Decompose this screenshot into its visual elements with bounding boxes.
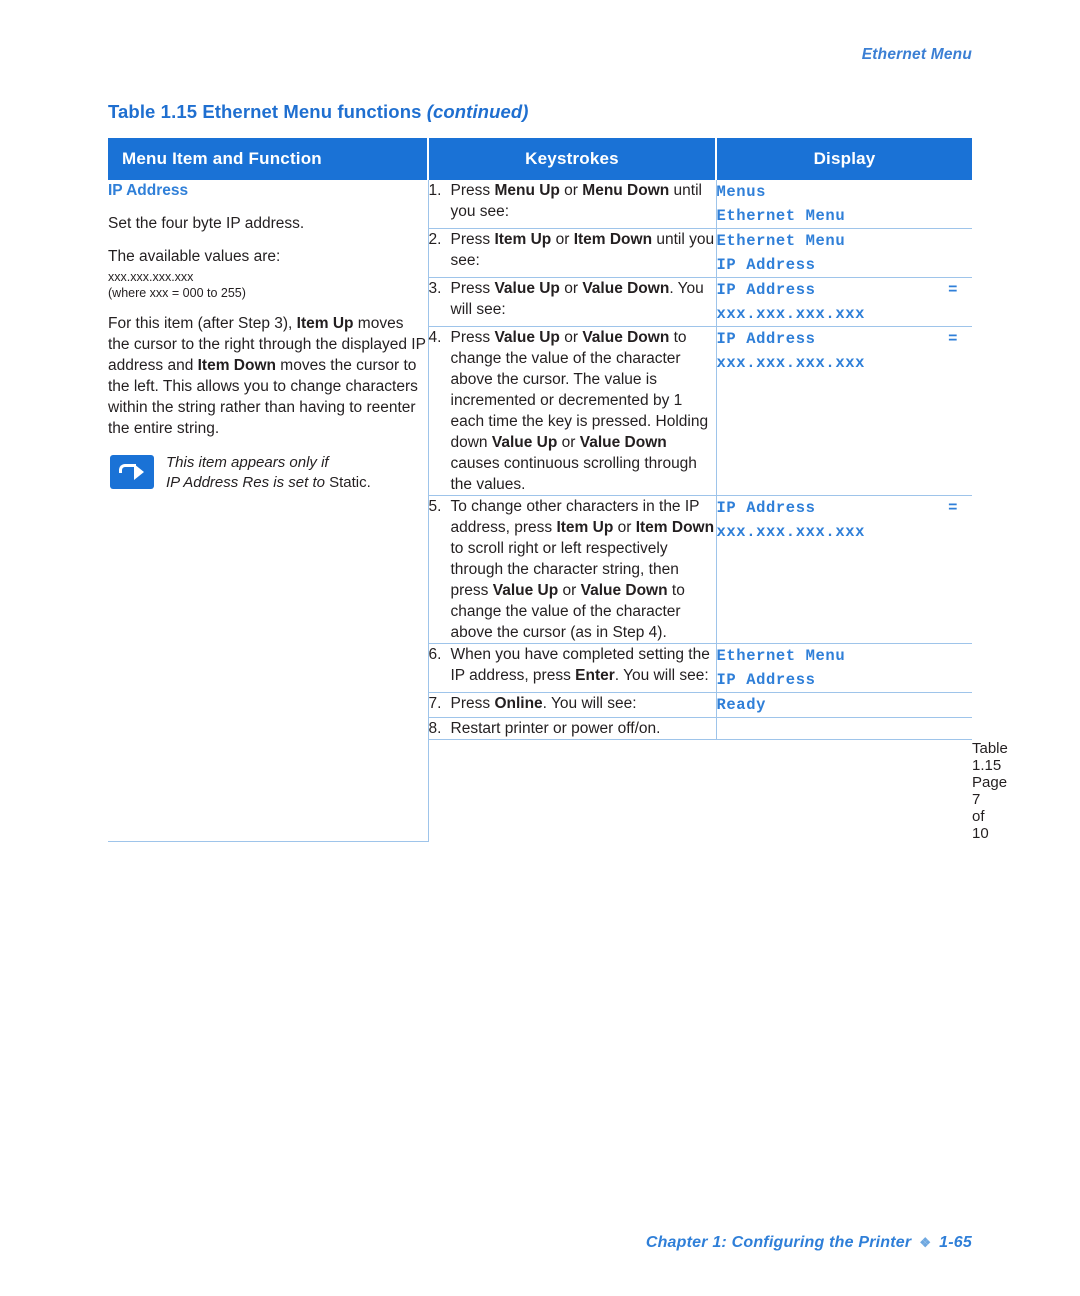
note-arrow-icon	[110, 455, 154, 489]
menu-item-para3: For this item (after Step 3), Item Up mo…	[108, 315, 426, 437]
display-line: IP Address	[716, 256, 816, 274]
step-number: 2.	[428, 231, 442, 248]
display-lines: Ethernet Menu IP Address	[717, 644, 973, 692]
display-cell: Ready	[716, 692, 973, 718]
menu-item-title: IP Address	[108, 182, 189, 199]
step-number: 3.	[428, 280, 442, 297]
display-cell	[716, 717, 972, 740]
display-line: xxx.xxx.xxx.xxx	[716, 305, 866, 323]
step: 4. Press Value Up or Value Down to chang…	[429, 327, 716, 495]
table-header-row: Menu Item and Function Keystrokes Displa…	[108, 138, 972, 180]
keystroke-cell: 3. Press Value Up or Value Down. You wil…	[428, 277, 717, 327]
step-number: 1.	[428, 182, 442, 199]
table-body-row: IP Address Set the four byte IP address.…	[108, 180, 972, 842]
step: 1. Press Menu Up or Menu Down until you …	[429, 180, 716, 222]
header-menu-item-function: Menu Item and Function	[108, 138, 429, 180]
menu-item-value-format: xxx.xxx.xxx.xxx (where xxx = 000 to 255)	[108, 269, 428, 301]
step: 3. Press Value Up or Value Down. You wil…	[429, 278, 716, 320]
keystroke-cell: 5. To change other characters in the IP …	[428, 495, 717, 644]
table-caption-main: Table 1.15 Ethernet Menu functions	[108, 101, 427, 122]
display-lines: Ready	[717, 693, 973, 717]
display-line: xxx.xxx.xxx.xxx	[716, 354, 866, 372]
table-caption-continued: (continued)	[426, 101, 529, 122]
menu-item-function-cell: IP Address Set the four byte IP address.…	[108, 180, 429, 842]
display-lines: Ethernet Menu IP Address	[717, 229, 973, 277]
keystroke-cell: 6. When you have completed setting the I…	[428, 643, 717, 693]
value-format: xxx.xxx.xxx.xxx	[108, 270, 194, 284]
ethernet-menu-table: Menu Item and Function Keystrokes Displa…	[108, 138, 1008, 842]
step-text: Press Value Up or Value Down to change t…	[450, 329, 709, 493]
display-line: IP Address =	[717, 327, 973, 351]
step-number: 5.	[428, 498, 442, 515]
step: 6. When you have completed setting the I…	[429, 644, 716, 686]
step-text: Restart printer or power off/on.	[450, 720, 661, 737]
display-line: xxx.xxx.xxx.xxx	[716, 523, 866, 541]
step-text: Press Menu Up or Menu Down until you see…	[450, 182, 703, 220]
step: 5. To change other characters in the IP …	[429, 496, 716, 643]
header-display: Display	[716, 138, 972, 180]
step-text: When you have completed setting the IP a…	[450, 646, 710, 684]
running-head: Ethernet Menu	[861, 46, 972, 63]
footer-page-number: 1-65	[939, 1234, 972, 1251]
display-cell: IP Address = xxx.xxx.xxx.xxx	[716, 277, 973, 327]
step-text: Press Item Up or Item Down until you see…	[450, 231, 715, 269]
display-equals-sign: =	[948, 281, 958, 299]
header-keystrokes: Keystrokes	[428, 138, 717, 180]
display-lines: IP Address = xxx.xxx.xxx.xxx	[717, 496, 973, 544]
menu-item-para1: Set the four byte IP address.	[108, 215, 305, 232]
step-number: 4.	[428, 329, 442, 346]
step: 7. Press Online. You will see:	[429, 693, 716, 714]
display-cell: IP Address = xxx.xxx.xxx.xxx	[716, 495, 973, 644]
page: Ethernet Menu Table 1.15 Ethernet Menu f…	[0, 0, 1080, 1296]
step-text: Press Value Up or Value Down. You will s…	[450, 280, 704, 318]
step: 2. Press Item Up or Item Down until you …	[429, 229, 716, 271]
display-line: IP Address =	[717, 496, 973, 520]
note-block: This item appears only if IP Address Res…	[108, 453, 428, 495]
note-line2-italic: IP Address Res is set to	[166, 474, 330, 491]
note-line2-roman: Static.	[329, 474, 371, 491]
step-number: 8.	[428, 720, 442, 737]
display-line: Ready	[716, 696, 767, 714]
table-footer-spacer2	[716, 740, 972, 842]
keystroke-cell: 1. Press Menu Up or Menu Down until you …	[428, 180, 717, 229]
display-line: Ethernet Menu	[716, 232, 846, 250]
display-line: Ethernet Menu	[716, 207, 846, 225]
display-lines: IP Address = xxx.xxx.xxx.xxx	[717, 278, 973, 326]
menu-item-para2: The available values are:	[108, 248, 281, 265]
step-number: 6.	[428, 646, 442, 663]
display-equals-sign: =	[948, 330, 958, 348]
footer-chapter: Chapter 1: Configuring the Printer	[645, 1234, 912, 1251]
display-cell: Ethernet Menu IP Address	[716, 228, 973, 278]
keystroke-cell: 7. Press Online. You will see:	[428, 692, 717, 718]
display-line: IP Address	[716, 671, 816, 689]
step-text: To change other characters in the IP add…	[450, 498, 715, 641]
keystroke-cell: 4. Press Value Up or Value Down to chang…	[428, 326, 717, 496]
note-line1: This item appears only if	[166, 454, 329, 471]
page-footer: Chapter 1: Configuring the Printer ❖ 1-65	[646, 1234, 972, 1252]
note-text: This item appears only if IP Address Res…	[166, 453, 428, 493]
table-footer-spacer	[428, 740, 716, 842]
display-cell: IP Address = xxx.xxx.xxx.xxx	[716, 326, 973, 496]
display-cell: Ethernet Menu IP Address	[716, 643, 973, 693]
display-line: Ethernet Menu	[716, 647, 846, 665]
table-caption: Table 1.15 Ethernet Menu functions (cont…	[108, 101, 529, 123]
step: 8. Restart printer or power off/on.	[429, 718, 716, 739]
keystroke-cell: 8. Restart printer or power off/on.	[428, 717, 717, 740]
diamond-icon: ❖	[919, 1235, 932, 1250]
value-range: (where xxx = 000 to 255)	[108, 286, 246, 300]
step-text: Press Online. You will see:	[450, 695, 637, 712]
display-line: IP Address =	[717, 278, 973, 302]
step-number: 7.	[428, 695, 442, 712]
display-equals-sign: =	[948, 499, 958, 517]
display-cell: Menus Ethernet Menu	[716, 180, 972, 229]
keystroke-cell: 2. Press Item Up or Item Down until you …	[428, 228, 717, 278]
display-lines: IP Address = xxx.xxx.xxx.xxx	[717, 327, 973, 375]
display-lines: Menus Ethernet Menu	[717, 180, 973, 228]
display-line: Menus	[716, 183, 767, 201]
